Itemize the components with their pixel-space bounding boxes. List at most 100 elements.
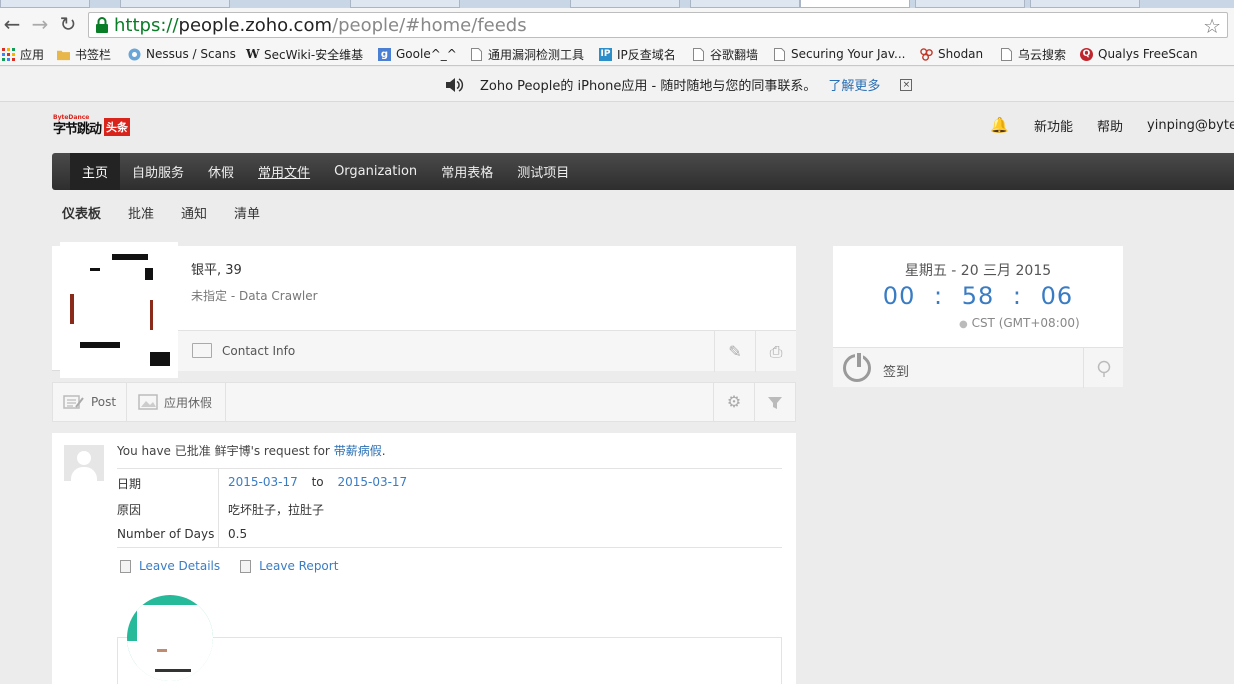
bookmark-qualys[interactable]: Q Qualys FreeScan: [1080, 42, 1198, 66]
contact-info-bar: Contact Info ✎ ⎙: [178, 330, 796, 372]
notification-bell-icon[interactable]: 🔔: [990, 116, 1010, 134]
bookmark-ip-lookup[interactable]: IP IP反查域名: [599, 42, 676, 66]
tab-notifications[interactable]: 通知: [171, 203, 217, 222]
ip-icon: IP: [599, 47, 612, 61]
post-button[interactable]: Post: [63, 383, 116, 421]
browser-tab-active[interactable]: [800, 0, 910, 8]
bookmark-nessus[interactable]: Nessus / Scans: [128, 42, 236, 66]
sub-nav: 仪表板 批准 通知 清单: [52, 198, 277, 226]
user-account-menu[interactable]: yinping@byteda: [1147, 118, 1234, 133]
current-date: 星期五 - 20 三月 2015: [904, 263, 1052, 279]
browser-tab[interactable]: [0, 0, 90, 8]
bookmark-label: Shodan: [938, 47, 984, 61]
bookmark-label: 书签栏: [75, 47, 112, 62]
whats-new-link[interactable]: 新功能: [1034, 116, 1073, 135]
bookmark-label: 乌云搜索: [1018, 47, 1067, 62]
reason-value: 吃坏肚子，拉肚子: [228, 503, 325, 517]
google-g-icon: g: [378, 47, 391, 61]
nessus-icon: [128, 48, 141, 60]
speaker-icon: [446, 77, 464, 92]
comment-box[interactable]: [117, 637, 782, 684]
help-link[interactable]: 帮助: [1097, 116, 1123, 135]
browser-toolbar: ← → ↻ https://people.zoho.com/people/#ho…: [0, 8, 1234, 42]
wiki-w-icon: W: [246, 46, 260, 61]
bookmark-google[interactable]: g Goole^_^: [378, 42, 457, 66]
browser-tab[interactable]: [570, 0, 680, 8]
check-in-bar: 签到: [833, 347, 1123, 388]
bookmark-wooyun-search[interactable]: 乌云搜索: [1000, 42, 1066, 66]
bookmark-label: Securing Your Jav...: [791, 47, 906, 61]
nav-self-service[interactable]: 自助服务: [120, 153, 196, 190]
print-icon[interactable]: ⎙: [755, 331, 796, 372]
bookmarks-bar: 应用 书签栏 Nessus / Scans W SecWiki-安全维基 g G…: [0, 42, 1234, 66]
browser-tab[interactable]: [1030, 0, 1140, 8]
bookmark-label: 通用漏洞检测工具: [488, 47, 585, 62]
contact-info-link[interactable]: Contact Info: [222, 344, 295, 358]
tab-checklist[interactable]: 清单: [224, 203, 270, 222]
folder-icon: [57, 50, 70, 60]
feed-links: Leave Details Leave Report: [120, 559, 358, 573]
leave-details-link[interactable]: Leave Details: [120, 559, 220, 573]
commenter-avatar[interactable]: [127, 595, 213, 681]
qualys-icon: Q: [1080, 47, 1093, 61]
browser-tab[interactable]: [350, 0, 460, 8]
check-in-button[interactable]: 签到: [883, 361, 909, 380]
close-icon[interactable]: ×: [900, 78, 913, 91]
bookmark-secwiki[interactable]: W SecWiki-安全维基: [246, 42, 363, 66]
table-row: 原因 吃坏肚子，拉肚子: [117, 495, 782, 521]
nav-home[interactable]: 主页: [70, 153, 121, 190]
bookmark-shodan[interactable]: Shodan: [920, 42, 983, 66]
nav-organization[interactable]: Organization: [322, 153, 429, 190]
globe-icon: ●: [959, 319, 968, 330]
tab-dashboard[interactable]: 仪表板: [52, 203, 111, 222]
browser-tab[interactable]: [915, 0, 1025, 8]
bookmark-apps[interactable]: 应用: [2, 42, 44, 66]
bookmark-star-icon[interactable]: ☆: [1203, 14, 1221, 38]
post-label: Post: [91, 395, 117, 409]
shodan-icon: [920, 47, 933, 61]
leave-type-link[interactable]: 带薪病假: [334, 444, 382, 458]
power-icon[interactable]: [843, 351, 871, 382]
leave-report-link[interactable]: Leave Report: [240, 559, 338, 573]
edit-pencil-icon[interactable]: ✎: [714, 331, 755, 372]
filter-icon[interactable]: [754, 383, 795, 421]
page-icon: [774, 47, 785, 61]
reload-icon[interactable]: ↻: [56, 12, 80, 36]
nav-leave[interactable]: 休假: [196, 153, 246, 190]
days-label: Number of Days: [117, 527, 215, 541]
page-icon: [1001, 47, 1012, 61]
forward-arrow-icon[interactable]: →: [28, 12, 52, 36]
avatar[interactable]: [60, 242, 178, 378]
browser-tab[interactable]: [690, 0, 800, 8]
employee-name: 银平, 39: [191, 263, 242, 278]
nav-test-project[interactable]: 测试项目: [505, 153, 581, 190]
settings-gear-icon[interactable]: ⚙: [713, 383, 754, 421]
page-icon: [693, 47, 704, 61]
leave-details-table: 日期 2015-03-17 to 2015-03-17 原因 吃坏肚子，拉肚子 …: [117, 468, 782, 547]
nav-forms[interactable]: 常用表格: [429, 153, 505, 190]
company-logo[interactable]: ByteDance 字节跳动 头条: [53, 114, 131, 140]
bookmark-vuln-tool[interactable]: 通用漏洞检测工具: [470, 42, 584, 66]
page-icon: [471, 47, 482, 61]
apps-grid-icon: [2, 47, 15, 61]
apply-leave-button[interactable]: 应用休假: [138, 383, 212, 421]
location-pin-icon[interactable]: [1083, 348, 1123, 388]
reason-label: 原因: [117, 503, 142, 517]
bookmark-label: 应用: [20, 47, 45, 62]
address-bar[interactable]: https://people.zoho.com/people/#home/fee…: [88, 12, 1228, 38]
table-row: Number of Days 0.5: [117, 521, 782, 547]
bookmark-google-vpn[interactable]: 谷歌翻墙: [692, 42, 758, 66]
nav-files[interactable]: 常用文件: [246, 153, 322, 190]
apply-leave-label: 应用休假: [164, 395, 213, 410]
learn-more-link[interactable]: 了解更多: [828, 75, 880, 94]
date-label: 日期: [117, 477, 142, 491]
current-time: 00 : 58 : 06: [882, 282, 1074, 310]
bookmark-securing-java[interactable]: Securing Your Jav...: [773, 42, 905, 66]
browser-tab[interactable]: [120, 0, 230, 8]
user-avatar-placeholder[interactable]: [64, 445, 104, 481]
back-arrow-icon[interactable]: ←: [0, 12, 24, 36]
lock-icon: [96, 17, 108, 33]
bookmark-folder[interactable]: 书签栏: [57, 42, 111, 66]
image-icon: [138, 394, 158, 410]
tab-approvals[interactable]: 批准: [118, 203, 164, 222]
